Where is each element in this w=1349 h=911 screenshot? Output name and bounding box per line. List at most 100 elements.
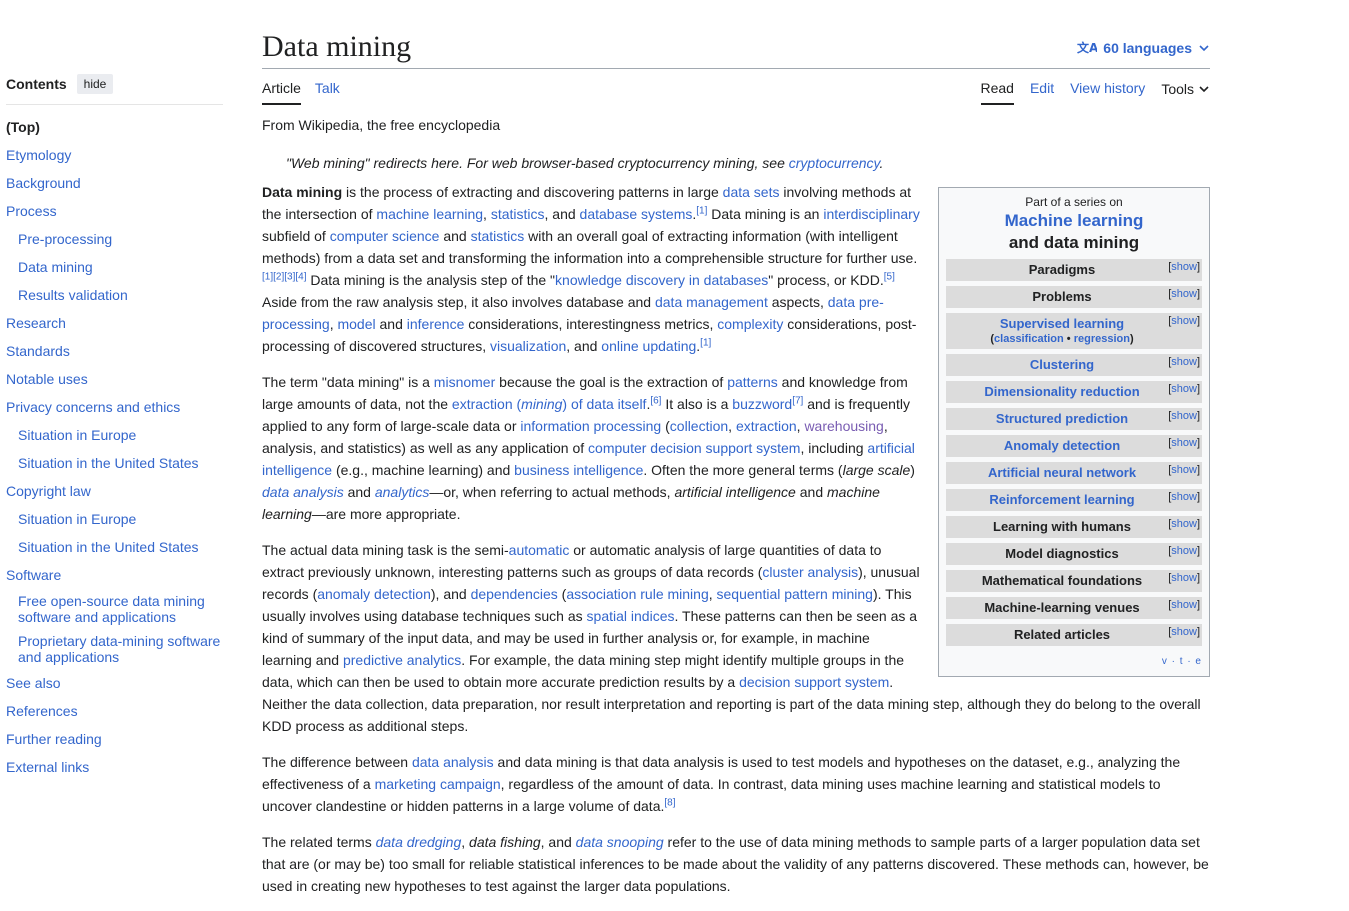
tab-edit[interactable]: Edit	[1030, 80, 1054, 105]
link-dss[interactable]: computer decision support system	[588, 440, 800, 456]
link-model[interactable]: model	[337, 316, 375, 332]
link-statistics-2[interactable]: statistics	[471, 228, 525, 244]
link-warehousing[interactable]: warehousing	[804, 418, 883, 434]
link-data-analysis[interactable]: data analysis	[262, 484, 344, 500]
link-automatic[interactable]: automatic	[509, 542, 570, 558]
show-button[interactable]: show	[1171, 437, 1197, 449]
link-predictive-analytics[interactable]: predictive analytics	[343, 652, 461, 668]
link-analytics[interactable]: analytics	[375, 484, 429, 500]
row-link[interactable]: Reinforcement learning	[989, 492, 1134, 507]
classification-link[interactable]: classification	[994, 333, 1064, 345]
row-link[interactable]: Supervised learning	[1000, 316, 1124, 331]
toc-item-privacy-us[interactable]: Situation in the United States	[18, 455, 199, 471]
toc-item-etymology[interactable]: Etymology	[6, 147, 71, 163]
toc-hide-button[interactable]: hide	[76, 74, 114, 94]
link-data-dredging[interactable]: data dredging	[376, 834, 462, 850]
row-link[interactable]: Anomaly detection	[1004, 438, 1120, 453]
toc-item-proprietary-software[interactable]: Proprietary data-mining software and app…	[18, 633, 220, 665]
show-button[interactable]: show	[1171, 599, 1197, 611]
toc-item-external-links[interactable]: External links	[6, 759, 89, 775]
toc-item-privacy-europe[interactable]: Situation in Europe	[18, 427, 136, 443]
tab-article[interactable]: Article	[262, 80, 301, 105]
link-statistics[interactable]: statistics	[491, 206, 545, 222]
sidebar-title-link[interactable]: Machine learning	[1005, 211, 1144, 230]
link-misnomer[interactable]: misnomer	[434, 374, 495, 390]
toc-item-process[interactable]: Process	[6, 203, 57, 219]
link-anomaly-detection[interactable]: anomaly detection	[317, 586, 431, 602]
link-computer-science[interactable]: computer science	[330, 228, 440, 244]
link-spatial-indices[interactable]: spatial indices	[587, 608, 675, 624]
toc-item-free-software[interactable]: Free open-source data mining software an…	[18, 593, 205, 625]
link-inference[interactable]: inference	[407, 316, 465, 332]
link-sequential-pattern-mining[interactable]: sequential pattern mining	[717, 586, 873, 602]
toc-item-results-validation[interactable]: Results validation	[18, 287, 128, 303]
link-information-processing[interactable]: information processing	[520, 418, 661, 434]
show-button[interactable]: show	[1171, 315, 1197, 327]
toc-item-copyright-europe[interactable]: Situation in Europe	[18, 511, 136, 527]
regression-link[interactable]: regression	[1074, 333, 1130, 345]
citation: [8]	[664, 797, 676, 809]
toc-item-copyright[interactable]: Copyright law	[6, 483, 91, 499]
link-data-snooping[interactable]: data snooping	[576, 834, 664, 850]
link-association-rule-mining[interactable]: association rule mining	[566, 586, 708, 602]
show-button[interactable]: show	[1171, 410, 1197, 422]
show-button[interactable]: show	[1171, 356, 1197, 368]
link-interdisciplinary[interactable]: interdisciplinary	[823, 206, 919, 222]
row-link[interactable]: Clustering	[1030, 357, 1094, 372]
toc-item-see-also[interactable]: See also	[6, 675, 60, 691]
show-button[interactable]: show	[1171, 626, 1197, 638]
link-buzzword[interactable]: buzzword	[732, 396, 792, 412]
hatnote-link[interactable]: cryptocurrency	[789, 155, 880, 171]
link-data-management[interactable]: data management	[655, 294, 768, 310]
link-extraction-2[interactable]: extraction	[736, 418, 797, 434]
toc-item-software[interactable]: Software	[6, 567, 61, 583]
toc-item-research[interactable]: Research	[6, 315, 66, 331]
tools-menu[interactable]: Tools	[1161, 80, 1210, 105]
vte-link[interactable]: v · t · e	[1162, 656, 1202, 667]
vte-links[interactable]: v · t · e	[946, 654, 1202, 670]
link-machine-learning[interactable]: machine learning	[376, 206, 483, 222]
link-cluster-analysis[interactable]: cluster analysis	[762, 564, 858, 580]
link-database-systems[interactable]: database systems	[580, 206, 693, 222]
link-dependencies[interactable]: dependencies	[471, 586, 558, 602]
link-patterns[interactable]: patterns	[727, 374, 778, 390]
tab-view-history[interactable]: View history	[1070, 80, 1145, 105]
toc-item-background[interactable]: Background	[6, 175, 81, 191]
paragraph-4: The difference between data analysis and…	[262, 754, 1181, 814]
show-button[interactable]: show	[1171, 288, 1197, 300]
toc-item-privacy[interactable]: Privacy concerns and ethics	[6, 399, 180, 415]
link-marketing-campaign[interactable]: marketing campaign	[375, 776, 501, 792]
show-button[interactable]: show	[1171, 545, 1197, 557]
hatnote-end: .	[879, 155, 884, 171]
row-link[interactable]: Dimensionality reduction	[984, 384, 1139, 399]
link-kdd[interactable]: knowledge discovery in databases	[555, 272, 768, 288]
tab-read[interactable]: Read	[980, 80, 1014, 105]
languages-button[interactable]: 文A 60 languages	[1077, 40, 1210, 56]
toc-item-copyright-us[interactable]: Situation in the United States	[18, 539, 199, 555]
link-online-updating[interactable]: online updating	[601, 338, 696, 354]
link-data-analysis-2[interactable]: data analysis	[412, 754, 494, 770]
link-extraction[interactable]: extraction (mining) of data itself	[452, 396, 647, 412]
toc-item-notable-uses[interactable]: Notable uses	[6, 371, 88, 387]
row-link[interactable]: Artificial neural network	[988, 465, 1136, 480]
toc-item-preprocessing[interactable]: Pre-processing	[18, 231, 112, 247]
row-link[interactable]: Structured prediction	[996, 411, 1128, 426]
show-button[interactable]: show	[1171, 518, 1197, 530]
toc-item-standards[interactable]: Standards	[6, 343, 70, 359]
toc-item-references[interactable]: References	[6, 703, 78, 719]
show-button[interactable]: show	[1171, 261, 1197, 273]
show-button[interactable]: show	[1171, 383, 1197, 395]
link-collection[interactable]: collection	[670, 418, 728, 434]
show-button[interactable]: show	[1171, 464, 1197, 476]
link-decision-support-system[interactable]: decision support system	[739, 674, 889, 690]
toc-item-top[interactable]: (Top)	[6, 113, 223, 141]
link-complexity[interactable]: complexity	[717, 316, 783, 332]
toc-item-further-reading[interactable]: Further reading	[6, 731, 102, 747]
show-button[interactable]: show	[1171, 572, 1197, 584]
tab-talk[interactable]: Talk	[315, 80, 340, 105]
link-visualization[interactable]: visualization	[490, 338, 566, 354]
show-button[interactable]: show	[1171, 491, 1197, 503]
link-business-intelligence[interactable]: business intelligence	[514, 462, 643, 478]
toc-item-data-mining[interactable]: Data mining	[18, 259, 93, 275]
link-data-sets[interactable]: data sets	[723, 184, 780, 200]
